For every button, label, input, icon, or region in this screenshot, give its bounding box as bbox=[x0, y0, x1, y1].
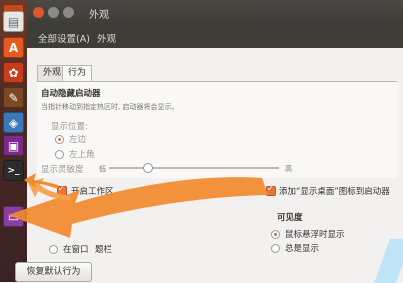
sensitivity-label: 显示灵敏度 bbox=[41, 165, 84, 175]
position-topleft-radio[interactable] bbox=[55, 150, 64, 159]
show-desktop-checkbox[interactable] bbox=[266, 184, 276, 196]
font-viewer-icon[interactable]: A bbox=[3, 37, 24, 58]
menus-titlebar-label: 在窗口 bbox=[63, 245, 89, 255]
show-desktop-icon[interactable]: ▭ bbox=[3, 206, 24, 227]
tab-behavior[interactable]: 行为 bbox=[62, 65, 93, 82]
position-topleft-label: 左上角 bbox=[69, 150, 95, 160]
software-center-icon[interactable]: ◈ bbox=[3, 112, 24, 133]
position-left-label: 左边 bbox=[69, 135, 87, 145]
sensitivity-high-label: 高 bbox=[285, 165, 292, 173]
autohide-description: 当指针移动到指定热区时, 启动器将会显示。 bbox=[41, 103, 179, 111]
menus-titlebar-suffix: 题栏 bbox=[95, 245, 113, 255]
all-settings-button[interactable]: 全部设置(A) bbox=[38, 31, 90, 45]
window-title: 外观 bbox=[89, 10, 109, 21]
visibility-hover-radio[interactable] bbox=[271, 230, 280, 239]
settings-toolbar: 全部设置(A) 外观 bbox=[27, 26, 403, 48]
close-icon[interactable] bbox=[33, 7, 44, 18]
show-desktop-label: 添加“显示桌面”图标到启动器 bbox=[279, 187, 390, 197]
visibility-always-radio[interactable] bbox=[271, 244, 280, 253]
settings-app-icon[interactable]: ✿ bbox=[3, 62, 24, 83]
position-label: 显示位置: bbox=[51, 122, 88, 132]
visibility-always-label: 总是显示 bbox=[285, 244, 320, 254]
workspaces-checkbox[interactable] bbox=[57, 184, 67, 196]
sensitivity-slider-knob[interactable] bbox=[143, 163, 153, 173]
launcher-bar: ◉ ▤ A ✿ ✎ ◈ ▣ >_ ▭ bbox=[0, 0, 28, 282]
maximize-icon[interactable] bbox=[63, 7, 74, 18]
window-titlebar: 外观 bbox=[27, 0, 403, 26]
workspaces-label: 开启工作区 bbox=[71, 187, 114, 197]
content-area: 外观 行为 自动隐藏启动器 当指针移动到指定热区时, 启动器将会显示。 显示位置… bbox=[27, 48, 403, 282]
autohide-panel: 自动隐藏启动器 当指针移动到指定热区时, 启动器将会显示。 显示位置: 左边 左… bbox=[37, 81, 397, 178]
media-player-icon[interactable]: ▣ bbox=[3, 135, 24, 156]
terminal-icon[interactable]: >_ bbox=[3, 160, 24, 181]
restore-defaults-button[interactable]: 恢复默认行为 bbox=[15, 262, 92, 282]
minimize-icon[interactable] bbox=[48, 7, 59, 18]
position-left-radio[interactable] bbox=[55, 135, 64, 144]
autohide-title: 自动隐藏启动器 bbox=[41, 89, 101, 99]
menus-titlebar-radio[interactable] bbox=[49, 245, 58, 254]
menu-visibility-title: 可见度 bbox=[277, 213, 303, 223]
files-icon[interactable]: ▤ bbox=[3, 11, 24, 32]
tools-icon[interactable]: ✎ bbox=[3, 87, 24, 108]
visibility-hover-label: 鼠标悬浮时显示 bbox=[285, 230, 345, 240]
sensitivity-slider[interactable] bbox=[109, 167, 279, 169]
sensitivity-low-label: 低 bbox=[99, 165, 106, 173]
breadcrumb-appearance: 外观 bbox=[97, 34, 117, 45]
